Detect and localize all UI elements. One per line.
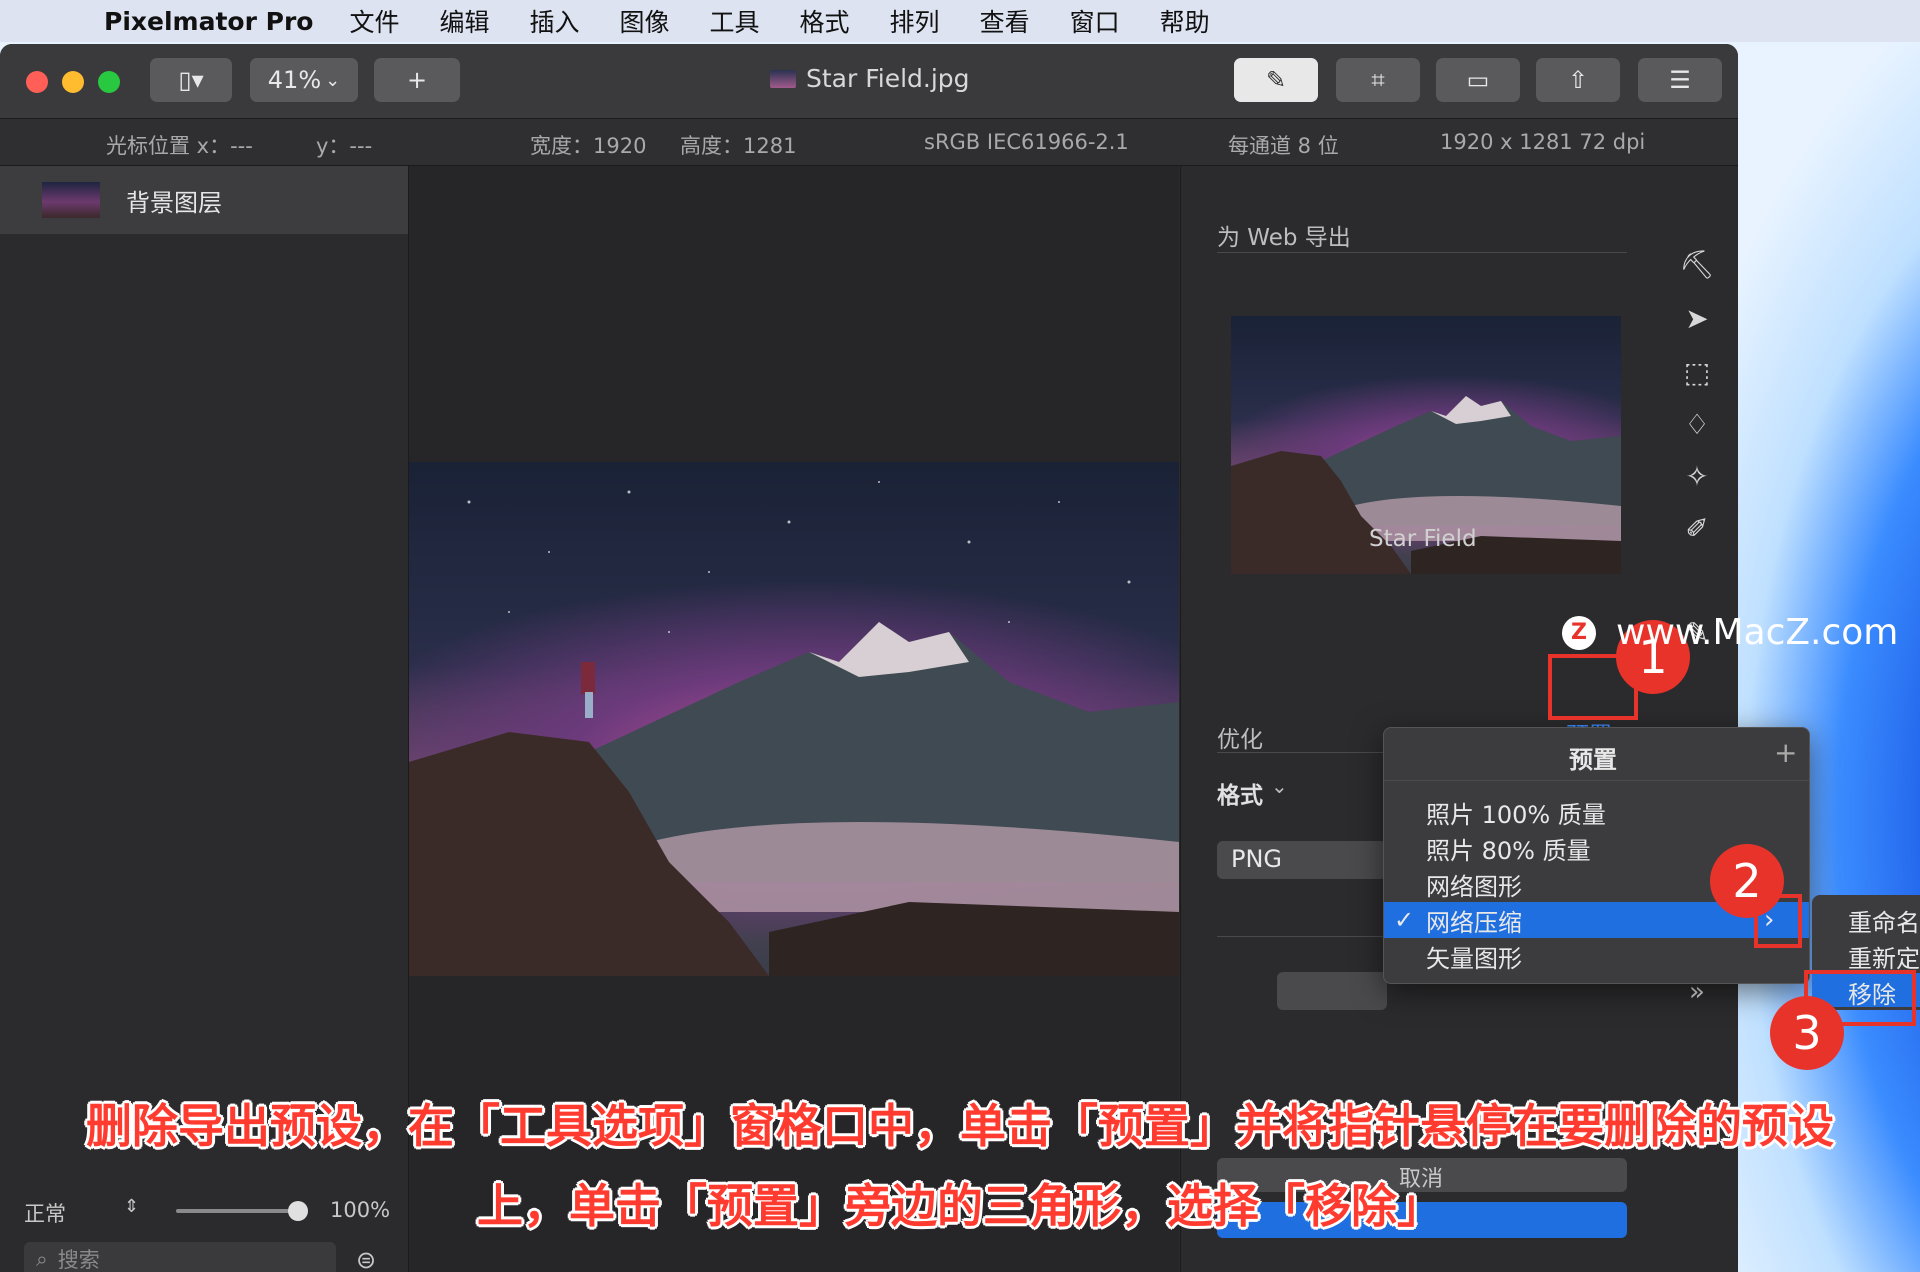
- image-width: 宽度：1920: [530, 134, 647, 158]
- divider: [1384, 780, 1809, 781]
- document-icon: ▭: [1466, 66, 1490, 94]
- menu-window[interactable]: 窗口: [1070, 3, 1120, 39]
- canvas-image: [409, 462, 1179, 976]
- tools-button[interactable]: ✎: [1234, 58, 1318, 102]
- rename-item[interactable]: 重命名: [1848, 903, 1920, 938]
- format-value: PNG: [1231, 845, 1283, 873]
- preset-item-label: 照片 100% 质量: [1426, 800, 1606, 829]
- callout-number: 3: [1770, 996, 1844, 1070]
- paintbrush-icon: ✎: [1265, 66, 1287, 94]
- search-placeholder: 搜索: [57, 1248, 100, 1272]
- chevron-down-icon[interactable]: ⌄: [1271, 774, 1288, 798]
- image-height: 高度：1281: [680, 134, 797, 158]
- paint-bucket-icon[interactable]: ⛏: [1679, 246, 1715, 282]
- format-label[interactable]: 格式: [1217, 776, 1263, 810]
- preset-item-label: 矢量图形: [1426, 944, 1522, 973]
- info-bar: 光标位置 x：--- y：--- 宽度：1920 高度：1281 sRGB IE…: [0, 119, 1738, 166]
- menu-tools[interactable]: 工具: [710, 3, 760, 39]
- layer-name: 背景图层: [126, 188, 222, 217]
- arrow-pointer-icon[interactable]: ➤: [1679, 300, 1715, 336]
- document-title: Star Field.jpg: [770, 64, 970, 93]
- menu-edit[interactable]: 编辑: [439, 3, 489, 39]
- title-bar: ▯▾ 41% ⌄ + Star Field.jpg ✎ ⌗ ▭ ⇧ ☰: [0, 44, 1738, 119]
- adjust-button[interactable]: ☰: [1638, 58, 1722, 102]
- brush-icon[interactable]: ✐: [1679, 510, 1715, 546]
- caption-line: 删除导出预设，在「工具选项」窗格口中，单击「预置」并将指针悬停在要删除的预设: [86, 1099, 1834, 1153]
- preset-item[interactable]: 矢量图形: [1384, 938, 1809, 974]
- zoom-value: 41%: [267, 66, 322, 94]
- format-select[interactable]: PNG: [1217, 841, 1387, 879]
- cursor-y-readout: y：---: [316, 134, 373, 158]
- mountain-scene: [409, 481, 1179, 976]
- menu-insert[interactable]: 插入: [529, 3, 579, 39]
- divider: [1217, 252, 1627, 253]
- macz-logo-icon: Z: [1562, 615, 1596, 650]
- caption-line: 上，单击「预置」旁边的三角形，选择「移除」: [477, 1179, 1443, 1233]
- lasso-icon[interactable]: ♢: [1679, 406, 1715, 442]
- export-title: 为 Web 导出: [1217, 225, 1351, 251]
- document-thumbnail: [770, 69, 796, 88]
- filter-icon[interactable]: ⊜: [356, 1246, 376, 1272]
- layer-thumbnail: [42, 182, 100, 218]
- document-title-text: Star Field.jpg: [806, 64, 970, 93]
- magic-wand-icon[interactable]: ✧: [1679, 458, 1715, 494]
- preset-item[interactable]: 照片 100% 质量: [1384, 794, 1809, 830]
- sliders-icon: ☰: [1669, 66, 1691, 94]
- preset-item-label: 网络图形: [1426, 872, 1522, 901]
- color-profile: sRGB IEC61966-2.1: [924, 130, 1129, 154]
- share-button[interactable]: ⇧: [1536, 58, 1620, 102]
- menu-app-name[interactable]: Pixelmator Pro: [104, 7, 313, 36]
- preset-item-label: 照片 80% 质量: [1426, 836, 1591, 865]
- layer-row[interactable]: 背景图层: [0, 166, 408, 234]
- menu-view[interactable]: 查看: [980, 3, 1030, 39]
- sidebar-toggle-button[interactable]: ▯▾: [150, 58, 232, 102]
- share-icon: ⇧: [1567, 66, 1589, 94]
- menu-arrange[interactable]: 排列: [890, 3, 940, 39]
- bit-depth: 每通道 8 位: [1228, 134, 1339, 158]
- image-resolution: 1920 x 1281 72 dpi: [1440, 130, 1646, 154]
- menu-help[interactable]: 帮助: [1160, 3, 1210, 39]
- optimize-label: 优化: [1217, 727, 1263, 753]
- crop-icon: ⌗: [1371, 66, 1385, 94]
- format-button[interactable]: ▭: [1436, 58, 1520, 102]
- checkmark-icon: ✓: [1394, 906, 1415, 934]
- search-icon: ⌕: [36, 1246, 48, 1271]
- close-icon[interactable]: [26, 71, 48, 93]
- crop-button[interactable]: ⌗: [1336, 58, 1420, 102]
- rect-select-icon[interactable]: ⬚: [1679, 354, 1715, 390]
- maximize-icon[interactable]: [98, 71, 120, 93]
- watermark-text: www.MacZ.com: [1616, 612, 1899, 653]
- menu-bar: Pixelmator Pro 文件 编辑 插入 图像 工具 格式 排列 查看 窗…: [0, 0, 1920, 42]
- divider: [1217, 936, 1387, 937]
- zoom-button[interactable]: 41% ⌄: [250, 58, 358, 102]
- callout-number: 2: [1710, 844, 1784, 918]
- layer-search-field[interactable]: ⌕ 搜索: [24, 1242, 336, 1272]
- menu-format[interactable]: 格式: [800, 3, 850, 39]
- presets-menu-title: 预置: [1569, 746, 1617, 774]
- menu-image[interactable]: 图像: [620, 3, 670, 39]
- sidebar-icon: ▯▾: [178, 66, 204, 94]
- minimize-icon[interactable]: [62, 71, 84, 93]
- cursor-x-readout: 光标位置 x：---: [106, 134, 253, 158]
- watermark: Z www.MacZ.com: [1562, 612, 1898, 653]
- add-button[interactable]: +: [374, 58, 460, 102]
- secondary-button[interactable]: [1277, 972, 1387, 1010]
- add-preset-button[interactable]: +: [1774, 736, 1797, 769]
- chevron-down-icon: ⌄: [325, 69, 341, 91]
- redefine-item[interactable]: 重新定: [1848, 939, 1920, 974]
- preview-caption: Star Field: [1369, 526, 1477, 552]
- plus-icon: +: [406, 66, 428, 94]
- preset-item-label: 网络压缩: [1426, 908, 1522, 937]
- menu-file[interactable]: 文件: [349, 3, 399, 39]
- app-window: ▯▾ 41% ⌄ + Star Field.jpg ✎ ⌗ ▭ ⇧ ☰ 光标位置…: [0, 44, 1738, 1272]
